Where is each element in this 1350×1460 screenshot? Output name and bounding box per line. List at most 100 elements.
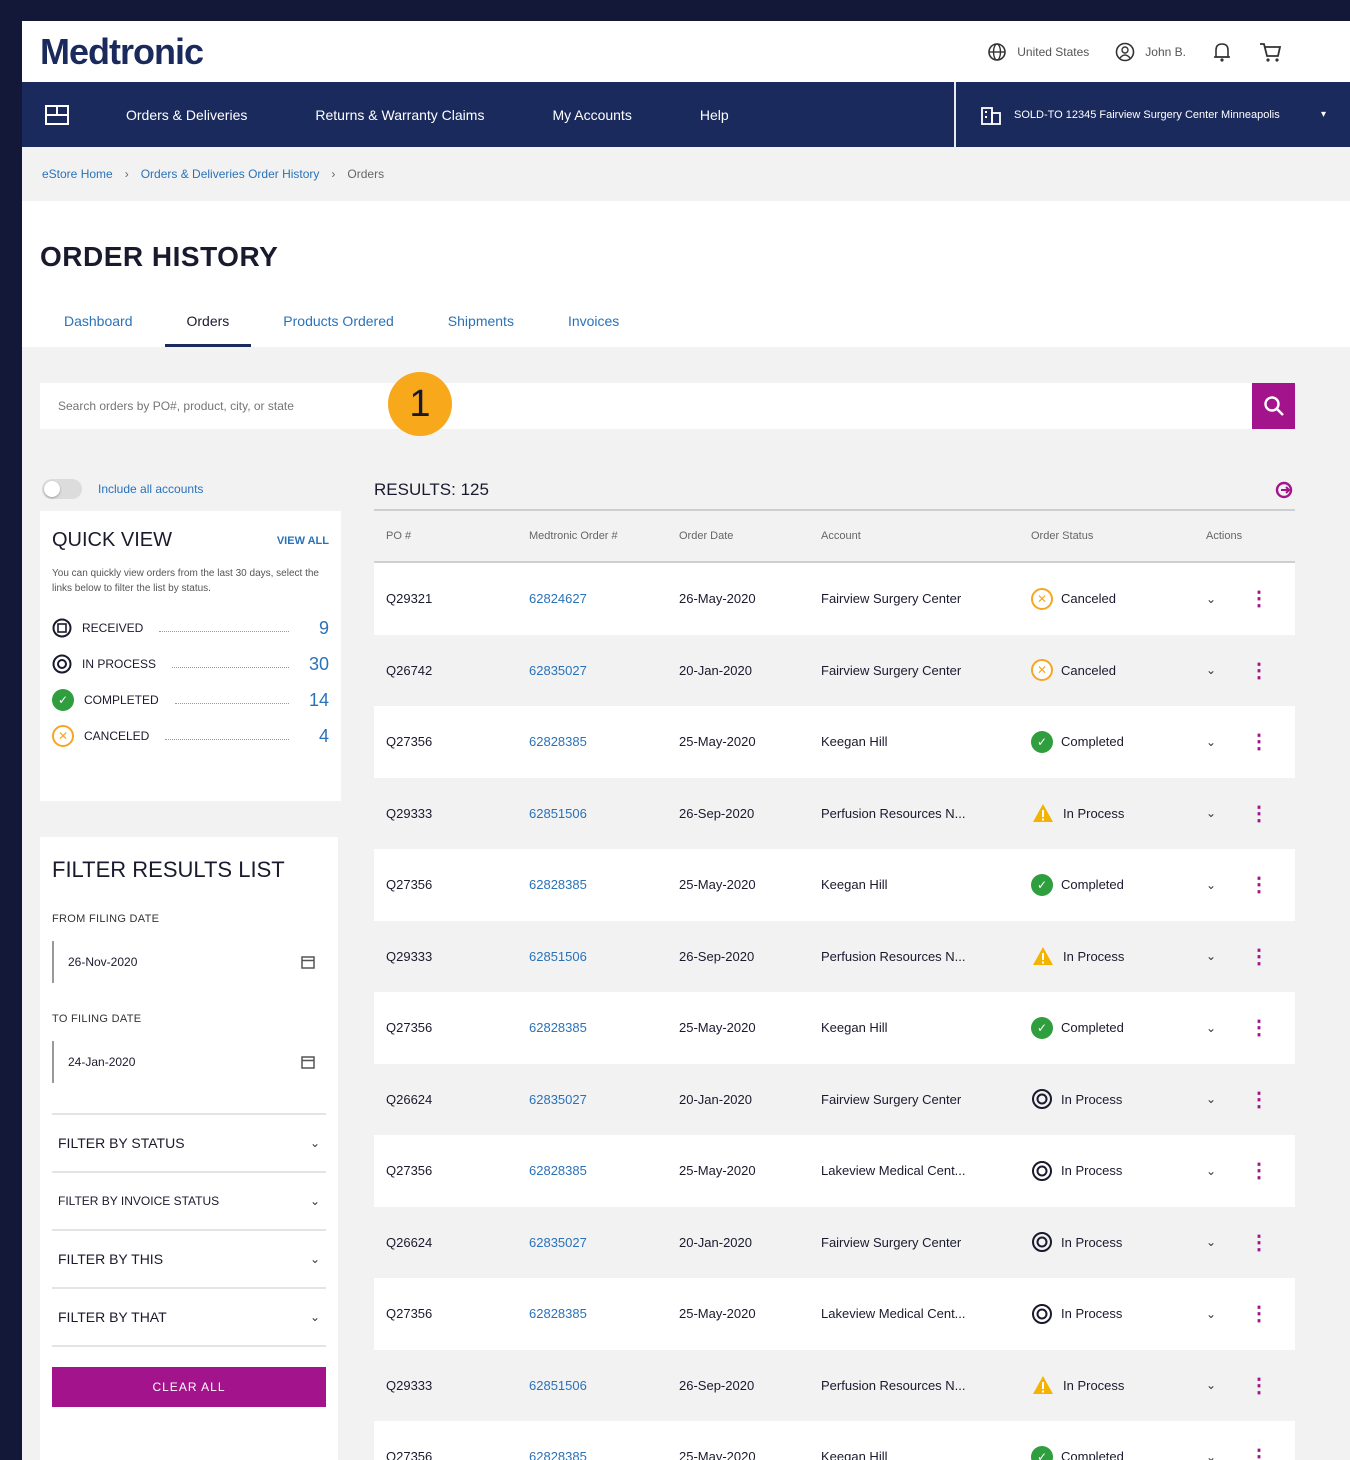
bell-icon[interactable] (1212, 41, 1232, 63)
more-options-icon[interactable]: ⋮ (1249, 729, 1269, 754)
expand-chevron-icon[interactable]: ⌄ (1206, 1164, 1216, 1178)
table-row[interactable]: Q29333 62851506 26-Sep-2020 Perfusion Resou… (374, 1350, 1295, 1422)
order-number-link[interactable]: 62828385 (529, 1020, 679, 1035)
nav-orders-deliveries[interactable]: Orders & Deliveries (92, 107, 281, 123)
column-header-account[interactable]: Account (821, 530, 1031, 542)
table-row[interactable]: Q27356 62828385 25-May-2020 Keegan Hill ✓ Com… (374, 849, 1295, 921)
order-number-link[interactable]: 62828385 (529, 1449, 679, 1460)
order-number-link[interactable]: 62824627 (529, 591, 679, 606)
medtronic-logo[interactable]: Medtronic (40, 31, 204, 73)
expand-chevron-icon[interactable]: ⌄ (1206, 1307, 1216, 1321)
nav-my-accounts[interactable]: My Accounts (518, 107, 665, 123)
order-number-link[interactable]: 62828385 (529, 1306, 679, 1321)
quick-view-item-canceled[interactable]: ✕ CANCELED 4 (52, 718, 329, 754)
table-row[interactable]: Q27356 62828385 25-May-2020 Keegan Hill ✓ Com… (374, 706, 1295, 778)
order-number-link[interactable]: 62835027 (529, 1235, 679, 1250)
include-all-label[interactable]: Include all accounts (98, 482, 203, 496)
expand-chevron-icon[interactable]: ⌄ (1206, 1235, 1216, 1249)
table-row[interactable]: Q27356 62828385 25-May-2020 Keegan Hill ✓ Com… (374, 992, 1295, 1064)
more-options-icon[interactable]: ⋮ (1249, 872, 1269, 897)
calendar-icon[interactable] (300, 954, 316, 970)
expand-chevron-icon[interactable]: ⌄ (1206, 1021, 1216, 1035)
table-row[interactable]: Q27356 62828385 25-May-2020 Lakeview Medica… (374, 1135, 1295, 1207)
tab-dashboard[interactable]: Dashboard (42, 313, 155, 347)
table-row[interactable]: Q29333 62851506 26-Sep-2020 Perfusion Resou… (374, 921, 1295, 993)
column-header-order[interactable]: Medtronic Order # (529, 530, 679, 542)
column-header-status[interactable]: Order Status (1031, 530, 1206, 542)
home-button[interactable] (22, 103, 92, 127)
annotation-badge-1: 1 (388, 372, 452, 436)
more-options-icon[interactable]: ⋮ (1249, 1230, 1269, 1255)
from-date-field[interactable]: 26-Nov-2020 (52, 941, 326, 983)
column-header-date[interactable]: Order Date (679, 530, 821, 542)
order-number-link[interactable]: 62835027 (529, 1092, 679, 1107)
cart-icon[interactable] (1258, 41, 1282, 63)
expand-chevron-icon[interactable]: ⌄ (1206, 1092, 1216, 1106)
quick-view-item-completed[interactable]: ✓ COMPLETED 14 (52, 682, 329, 718)
calendar-icon[interactable] (300, 1054, 316, 1070)
order-number-link[interactable]: 62851506 (529, 1378, 679, 1393)
filter-by-status[interactable]: FILTER BY STATUS ⌄ (52, 1115, 326, 1173)
expand-chevron-icon[interactable]: ⌄ (1206, 949, 1216, 963)
quick-view-count[interactable]: 30 (305, 654, 329, 675)
more-options-icon[interactable]: ⋮ (1249, 1158, 1269, 1183)
more-options-icon[interactable]: ⋮ (1249, 1015, 1269, 1040)
expand-chevron-icon[interactable]: ⌄ (1206, 592, 1216, 606)
user-menu[interactable]: John B. (1115, 42, 1186, 62)
tab-shipments[interactable]: Shipments (426, 313, 536, 347)
tab-invoices[interactable]: Invoices (546, 313, 641, 347)
tab-orders[interactable]: Orders (164, 313, 252, 347)
table-row[interactable]: Q26742 62835027 20-Jan-2020 Fairview Surger… (374, 635, 1295, 707)
order-number-link[interactable]: 62828385 (529, 1163, 679, 1178)
table-row[interactable]: Q27356 62828385 25-May-2020 Lakeview Medica… (374, 1278, 1295, 1350)
expand-chevron-icon[interactable]: ⌄ (1206, 735, 1216, 749)
expand-chevron-icon[interactable]: ⌄ (1206, 878, 1216, 892)
nav-returns-warranty[interactable]: Returns & Warranty Claims (281, 107, 518, 123)
search-button[interactable] (1252, 383, 1295, 429)
order-number-link[interactable]: 62851506 (529, 806, 679, 821)
quick-view-item-in-process[interactable]: IN PROCESS 30 (52, 646, 329, 682)
nav-help[interactable]: Help (666, 107, 763, 123)
expand-chevron-icon[interactable]: ⌄ (1206, 1378, 1216, 1392)
language-selector[interactable]: United States (987, 42, 1089, 62)
breadcrumb-home[interactable]: eStore Home (42, 167, 113, 181)
filter-by-invoice-status[interactable]: FILTER BY INVOICE STATUS ⌄ (52, 1173, 326, 1231)
more-options-icon[interactable]: ⋮ (1249, 1373, 1269, 1398)
more-options-icon[interactable]: ⋮ (1249, 1444, 1269, 1460)
view-all-link[interactable]: VIEW ALL (277, 535, 329, 547)
quick-view-count[interactable]: 9 (305, 618, 329, 639)
expand-chevron-icon[interactable]: ⌄ (1206, 1450, 1216, 1460)
include-all-toggle[interactable] (42, 479, 82, 499)
table-row[interactable]: Q27356 62828385 25-May-2020 Keegan Hill ✓ Com… (374, 1421, 1295, 1460)
table-row[interactable]: Q29321 62824627 26-May-2020 Fairview Surger… (374, 563, 1295, 635)
quick-view-item-received[interactable]: RECEIVED 9 (52, 610, 329, 646)
order-number-link[interactable]: 62828385 (529, 734, 679, 749)
quick-view-count[interactable]: 4 (305, 726, 329, 747)
search-bar (40, 383, 1295, 429)
to-date-field[interactable]: 24-Jan-2020 (52, 1041, 326, 1083)
more-options-icon[interactable]: ⋮ (1249, 944, 1269, 969)
table-row[interactable]: Q26624 62835027 20-Jan-2020 Fairview Surger… (374, 1064, 1295, 1136)
clear-all-button[interactable]: CLEAR ALL (52, 1367, 326, 1407)
column-header-po[interactable]: PO # (374, 530, 529, 542)
table-row[interactable]: Q26624 62835027 20-Jan-2020 Fairview Surger… (374, 1207, 1295, 1279)
more-options-icon[interactable]: ⋮ (1249, 1087, 1269, 1112)
expand-chevron-icon[interactable]: ⌄ (1206, 663, 1216, 677)
more-options-icon[interactable]: ⋮ (1249, 658, 1269, 683)
search-input[interactable] (40, 383, 1252, 429)
breadcrumb-order-history[interactable]: Orders & Deliveries Order History (141, 167, 320, 181)
quick-view-count[interactable]: 14 (305, 690, 329, 711)
more-options-icon[interactable]: ⋮ (1249, 801, 1269, 826)
export-icon[interactable] (1273, 479, 1295, 501)
order-number-link[interactable]: 62835027 (529, 663, 679, 678)
table-row[interactable]: Q29333 62851506 26-Sep-2020 Perfusion Resou… (374, 778, 1295, 850)
filter-by-this[interactable]: FILTER BY THIS ⌄ (52, 1231, 326, 1289)
expand-chevron-icon[interactable]: ⌄ (1206, 806, 1216, 820)
account-selector[interactable]: SOLD-TO 12345 Fairview Surgery Center Mi… (954, 82, 1350, 147)
order-number-link[interactable]: 62828385 (529, 877, 679, 892)
order-number-link[interactable]: 62851506 (529, 949, 679, 964)
filter-by-that[interactable]: FILTER BY THAT ⌄ (52, 1289, 326, 1347)
more-options-icon[interactable]: ⋮ (1249, 586, 1269, 611)
tab-products-ordered[interactable]: Products Ordered (261, 313, 416, 347)
more-options-icon[interactable]: ⋮ (1249, 1301, 1269, 1326)
